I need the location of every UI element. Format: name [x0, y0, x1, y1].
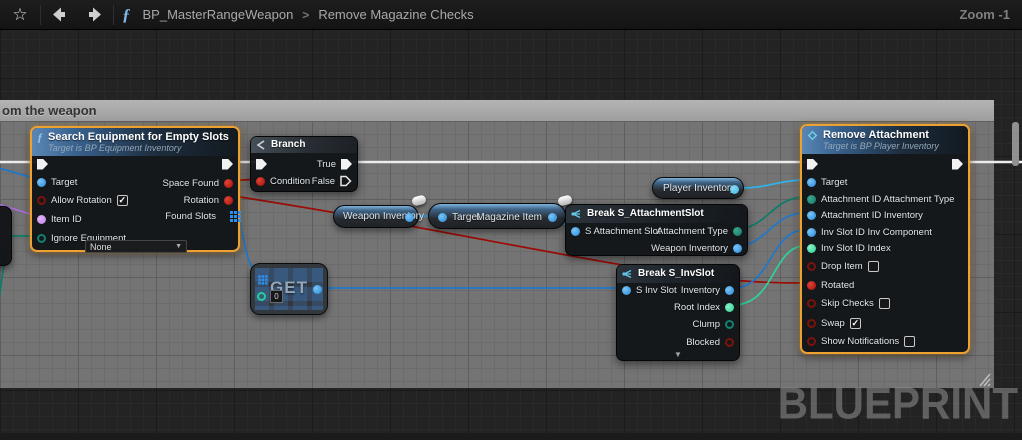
- node-branch[interactable]: Branch Condition True False: [250, 136, 358, 192]
- exec-in-pin[interactable]: [807, 159, 818, 170]
- index-value-box[interactable]: 0: [270, 290, 283, 303]
- weapon-inventory-output-pin[interactable]: [405, 213, 414, 222]
- item-id-pin[interactable]: [37, 215, 46, 224]
- target-pin[interactable]: [37, 178, 46, 187]
- node-subtitle: Target is BP Equipment Inventory: [48, 143, 229, 153]
- node-break-s-invslot[interactable]: Break S_InvSlot S Inv Slot Inventory Roo…: [616, 264, 740, 361]
- allow-rotation-pin[interactable]: [37, 196, 46, 205]
- node-search-equipment-for-empty-slots[interactable]: ƒ Search Equipment for Empty Slots Targe…: [30, 126, 240, 252]
- weapon-inventory-pin[interactable]: [733, 244, 742, 253]
- exec-out-pin[interactable]: [952, 159, 963, 170]
- array-input-pin[interactable]: [258, 275, 261, 278]
- breadcrumb: BP_MasterRangeWeapon > Remove Magazine C…: [143, 7, 474, 22]
- node-subtitle: Target is BP Player Inventory: [823, 141, 939, 151]
- player-inventory-output-pin[interactable]: [730, 185, 739, 194]
- node-title: Branch: [271, 139, 305, 151]
- branch-icon: [256, 140, 266, 150]
- blueprint-editor: om the weapon BLUEPRINT: [0, 0, 1022, 440]
- breadcrumb-current[interactable]: Remove Magazine Checks: [318, 7, 473, 22]
- function-icon: ƒ: [122, 5, 131, 25]
- ignore-equipment-dropdown[interactable]: None ▼: [85, 240, 187, 253]
- dropdown-arrow-icon: ▼: [175, 243, 182, 250]
- true-exec-pin[interactable]: [341, 159, 352, 170]
- condition-pin[interactable]: [256, 177, 265, 186]
- node-weapon-inventory-variable[interactable]: Weapon Inventory: [333, 205, 419, 228]
- exec-in-pin[interactable]: [37, 159, 48, 170]
- toolbar: ☆ ƒ BP_MasterRangeWeapon > Remove Magazi…: [0, 0, 1022, 30]
- show-notifications-checkbox[interactable]: [904, 336, 915, 347]
- toolbar-divider: [40, 5, 41, 25]
- drop-item-pin[interactable]: [807, 262, 816, 271]
- blocked-pin[interactable]: [725, 338, 734, 347]
- blueprint-watermark: BLUEPRINT: [778, 379, 1018, 429]
- comment-header[interactable]: om the weapon: [0, 100, 994, 121]
- comment-title: om the weapon: [2, 103, 97, 118]
- allow-rotation-checkbox[interactable]: ✓: [117, 195, 128, 206]
- skip-checks-checkbox[interactable]: [879, 298, 890, 309]
- magazine-item-output-pin[interactable]: [548, 213, 557, 222]
- s-inv-slot-pin[interactable]: [622, 286, 631, 295]
- star-icon: ☆: [12, 6, 27, 23]
- forward-arrow-icon: [83, 7, 103, 22]
- show-notifications-pin[interactable]: [807, 337, 816, 346]
- break-struct-icon: [622, 269, 633, 279]
- breadcrumb-root[interactable]: BP_MasterRangeWeapon: [143, 7, 294, 22]
- node-title: Break S_InvSlot: [638, 268, 714, 280]
- exec-out-pin[interactable]: [222, 159, 233, 170]
- forward-button[interactable]: [81, 3, 105, 27]
- zoom-level-indicator: Zoom -1: [959, 7, 1010, 22]
- target-pin[interactable]: [807, 178, 816, 187]
- ignore-equipment-pin[interactable]: [37, 234, 46, 243]
- attachment-type-pin[interactable]: [733, 227, 742, 236]
- node-title: Remove Attachment: [823, 129, 939, 141]
- node-player-inventory-variable[interactable]: Player Inventory: [652, 177, 744, 199]
- false-exec-pin[interactable]: [340, 175, 352, 187]
- space-found-pin[interactable]: [224, 179, 233, 188]
- exec-in-pin[interactable]: [256, 159, 267, 170]
- element-output-pin[interactable]: [313, 285, 322, 294]
- favorite-star-button[interactable]: ☆: [8, 3, 32, 27]
- inv-slot-id-inv-component-pin[interactable]: [807, 228, 816, 237]
- attachment-id-attachment-type-pin[interactable]: [807, 195, 816, 204]
- break-struct-icon: [571, 209, 582, 219]
- node-offscreen-partial[interactable]: [0, 206, 12, 266]
- inv-slot-id-index-pin[interactable]: [807, 244, 816, 253]
- swap-pin[interactable]: [807, 319, 816, 328]
- inventory-pin[interactable]: [725, 286, 734, 295]
- skip-checks-pin[interactable]: [807, 299, 816, 308]
- s-attachment-slot-pin[interactable]: [571, 227, 580, 236]
- attachment-id-inventory-pin[interactable]: [807, 211, 816, 220]
- node-remove-attachment[interactable]: Remove Attachment Target is BP Player In…: [800, 124, 970, 354]
- drop-item-checkbox[interactable]: [868, 261, 879, 272]
- swap-checkbox[interactable]: ✓: [850, 318, 861, 329]
- found-slots-array-pin[interactable]: [230, 211, 233, 214]
- vertical-scrollbar-thumb[interactable]: [1012, 122, 1019, 166]
- toolbar-divider: [113, 5, 114, 25]
- collapse-arrow-icon[interactable]: ▼: [617, 350, 739, 359]
- target-input-pin[interactable]: [438, 213, 447, 222]
- function-icon: ƒ: [37, 131, 43, 143]
- function-diamond-icon: [807, 130, 818, 141]
- rotation-pin[interactable]: [224, 196, 233, 205]
- root-index-pin[interactable]: [725, 303, 734, 312]
- node-title: Search Equipment for Empty Slots: [48, 131, 229, 143]
- back-button[interactable]: [49, 3, 73, 27]
- canvas-bottom-strip: [0, 433, 1022, 440]
- rotated-pin[interactable]: [807, 281, 816, 290]
- back-arrow-icon: [51, 7, 71, 22]
- breadcrumb-separator: >: [302, 8, 309, 22]
- clump-pin[interactable]: [725, 320, 734, 329]
- node-title: Break S_AttachmentSlot: [587, 208, 704, 220]
- index-input-pin[interactable]: [257, 292, 266, 301]
- node-break-s-attachmentslot[interactable]: Break S_AttachmentSlot S Attachment Slot…: [565, 204, 748, 256]
- node-magazine-item-getter[interactable]: Target Magazine Item: [428, 203, 566, 229]
- node-get-array-item[interactable]: GET 0: [250, 263, 328, 315]
